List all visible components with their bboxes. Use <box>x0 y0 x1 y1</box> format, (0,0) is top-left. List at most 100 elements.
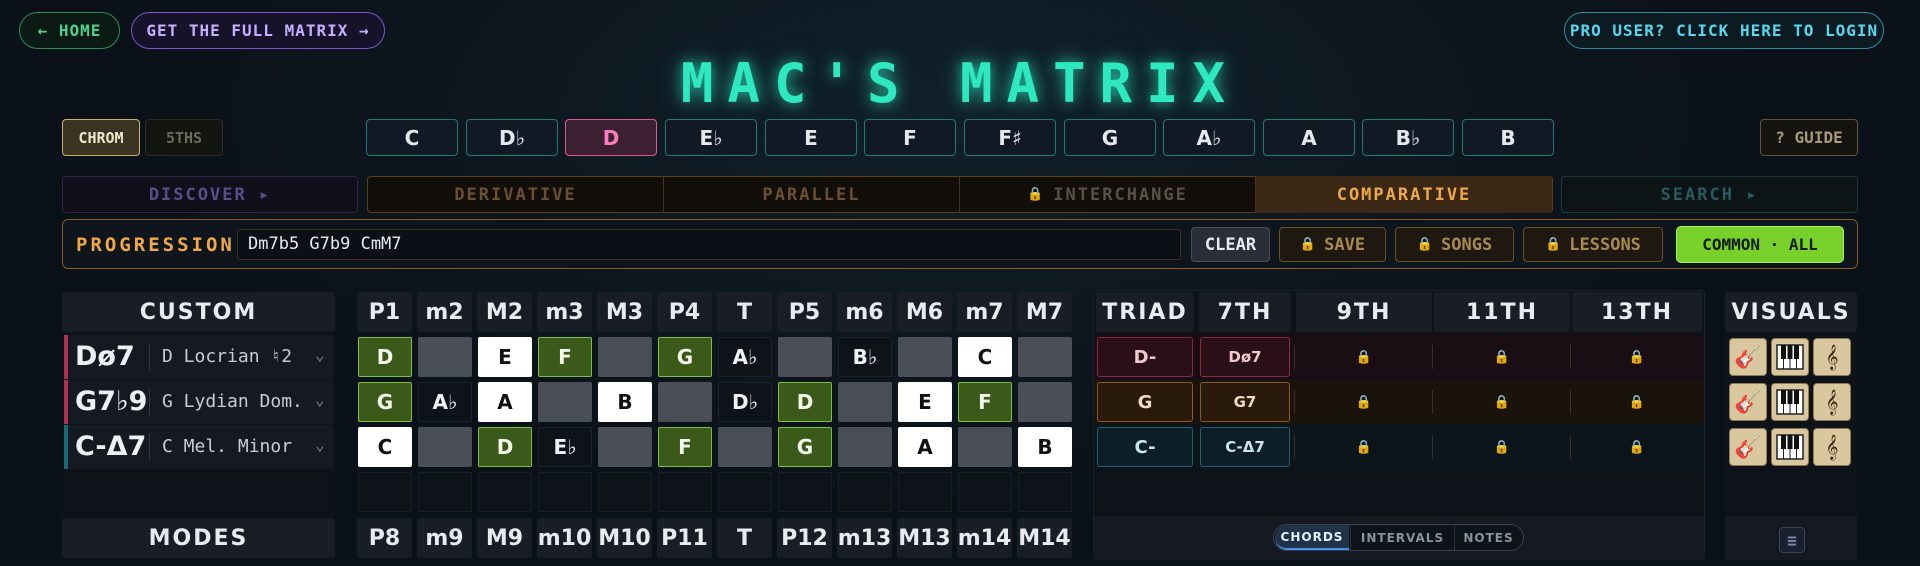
piano-icon[interactable] <box>1771 383 1809 421</box>
scale-select[interactable]: D Locrian ♮2 <box>162 335 292 379</box>
empty-note-cell[interactable] <box>778 472 832 512</box>
guitar-icon[interactable]: 🎸 <box>1729 383 1767 421</box>
scale-select[interactable]: C Mel. Minor <box>162 425 292 469</box>
tab-discover[interactable]: DISCOVER ▸ <box>62 176 358 213</box>
tab-derivative[interactable]: DERIVATIVE <box>368 176 664 213</box>
chromatic-mode-button[interactable]: CHROM <box>62 119 140 156</box>
lessons-button[interactable]: 🔒 LESSONS <box>1523 227 1663 262</box>
note-cell[interactable]: B♭ <box>838 337 892 377</box>
fifths-mode-button[interactable]: 5THS <box>145 119 223 156</box>
note-cell[interactable] <box>658 382 712 422</box>
empty-note-cell[interactable] <box>538 472 592 512</box>
note-cell[interactable] <box>598 337 652 377</box>
pro-login-button[interactable]: PRO USER? CLICK HERE TO LOGIN <box>1564 12 1884 49</box>
tab-parallel[interactable]: PARALLEL <box>664 176 960 213</box>
note-cell[interactable] <box>898 337 952 377</box>
empty-note-cell[interactable] <box>718 472 772 512</box>
empty-note-cell[interactable] <box>658 472 712 512</box>
seventh-chip[interactable]: G7 <box>1200 382 1290 422</box>
chord-row[interactable]: Dø7 D Locrian ♮2 ⌄ <box>64 335 334 379</box>
lock-icon[interactable]: 🔒 <box>1296 382 1432 422</box>
treble-clef-icon[interactable]: 𝄞 <box>1813 428 1851 466</box>
key-9[interactable]: A <box>1263 119 1355 156</box>
lock-icon[interactable]: 🔒 <box>1434 427 1570 467</box>
note-cell[interactable] <box>538 382 592 422</box>
clear-button[interactable]: CLEAR <box>1191 227 1270 262</box>
note-cell[interactable] <box>598 427 652 467</box>
key-10[interactable]: B♭ <box>1362 119 1454 156</box>
get-full-matrix-button[interactable]: GET THE FULL MATRIX → <box>131 12 385 49</box>
key-11[interactable]: B <box>1462 119 1554 156</box>
scale-select[interactable]: G Lydian Dom. <box>162 380 303 424</box>
lock-icon[interactable]: 🔒 <box>1434 382 1570 422</box>
note-cell[interactable] <box>718 427 772 467</box>
empty-note-cell[interactable] <box>598 472 652 512</box>
empty-note-cell[interactable] <box>958 472 1012 512</box>
note-cell[interactable]: A <box>898 427 952 467</box>
note-cell[interactable]: B <box>1018 427 1072 467</box>
chevron-down-icon[interactable]: ⌄ <box>315 425 325 469</box>
empty-note-cell[interactable] <box>838 472 892 512</box>
lock-icon[interactable]: 🔒 <box>1434 337 1570 377</box>
piano-icon[interactable] <box>1771 428 1809 466</box>
key-3[interactable]: E♭ <box>665 119 757 156</box>
menu-icon[interactable]: ≡ <box>1779 527 1805 553</box>
note-cell[interactable] <box>418 337 472 377</box>
common-all-button[interactable]: COMMON · ALL <box>1676 226 1844 263</box>
note-cell[interactable]: D <box>358 337 412 377</box>
note-cell[interactable] <box>778 337 832 377</box>
note-cell[interactable]: D <box>478 427 532 467</box>
note-cell[interactable]: B <box>598 382 652 422</box>
key-8[interactable]: A♭ <box>1163 119 1255 156</box>
note-cell[interactable] <box>418 427 472 467</box>
note-cell[interactable]: A♭ <box>418 382 472 422</box>
triad-chip[interactable]: C- <box>1097 427 1193 467</box>
guide-button[interactable]: ? GUIDE <box>1760 119 1858 156</box>
key-4[interactable]: E <box>765 119 857 156</box>
note-cell[interactable]: D♭ <box>718 382 772 422</box>
tab-interchange[interactable]: 🔒 INTERCHANGE <box>960 176 1256 213</box>
note-cell[interactable]: E♭ <box>538 427 592 467</box>
progression-input[interactable]: Dm7b5 G7b9 CmM7 <box>237 229 1181 260</box>
triad-chip[interactable]: G <box>1097 382 1193 422</box>
note-cell[interactable] <box>838 382 892 422</box>
home-button[interactable]: ← HOME <box>19 12 120 49</box>
key-0[interactable]: C <box>366 119 458 156</box>
empty-note-cell[interactable] <box>1018 472 1072 512</box>
note-cell[interactable] <box>1018 382 1072 422</box>
key-6[interactable]: F♯ <box>964 119 1056 156</box>
lock-icon[interactable]: 🔒 <box>1572 427 1702 467</box>
note-cell[interactable]: C <box>358 427 412 467</box>
note-cell[interactable]: G <box>658 337 712 377</box>
treble-clef-icon[interactable]: 𝄞 <box>1813 383 1851 421</box>
note-cell[interactable]: E <box>478 337 532 377</box>
note-cell[interactable] <box>1018 337 1072 377</box>
note-cell[interactable] <box>958 427 1012 467</box>
note-cell[interactable]: F <box>958 382 1012 422</box>
guitar-icon[interactable]: 🎸 <box>1729 428 1767 466</box>
piano-icon[interactable] <box>1771 338 1809 376</box>
empty-note-cell[interactable] <box>898 472 952 512</box>
note-cell[interactable]: D <box>778 382 832 422</box>
chord-row[interactable]: C-Δ7 C Mel. Minor ⌄ <box>64 425 334 469</box>
lock-icon[interactable]: 🔒 <box>1296 337 1432 377</box>
note-cell[interactable]: F <box>658 427 712 467</box>
note-cell[interactable]: A♭ <box>718 337 772 377</box>
key-1[interactable]: D♭ <box>466 119 558 156</box>
treble-clef-icon[interactable]: 𝄞 <box>1813 338 1851 376</box>
empty-note-cell[interactable] <box>418 472 472 512</box>
seventh-chip[interactable]: C-Δ7 <box>1200 427 1290 467</box>
key-5[interactable]: F <box>864 119 956 156</box>
note-cell[interactable] <box>838 427 892 467</box>
view-toggle-chords[interactable]: CHORDS <box>1275 525 1349 550</box>
empty-note-cell[interactable] <box>358 472 412 512</box>
chevron-down-icon[interactable]: ⌄ <box>315 380 325 424</box>
note-cell[interactable]: A <box>478 382 532 422</box>
tab-comparative[interactable]: COMPARATIVE <box>1256 176 1552 213</box>
chevron-down-icon[interactable]: ⌄ <box>315 335 325 379</box>
lock-icon[interactable]: 🔒 <box>1296 427 1432 467</box>
save-button[interactable]: 🔒 SAVE <box>1279 227 1386 262</box>
note-cell[interactable]: G <box>358 382 412 422</box>
songs-button[interactable]: 🔒 SONGS <box>1395 227 1514 262</box>
tab-search[interactable]: SEARCH ▸ <box>1561 176 1858 213</box>
